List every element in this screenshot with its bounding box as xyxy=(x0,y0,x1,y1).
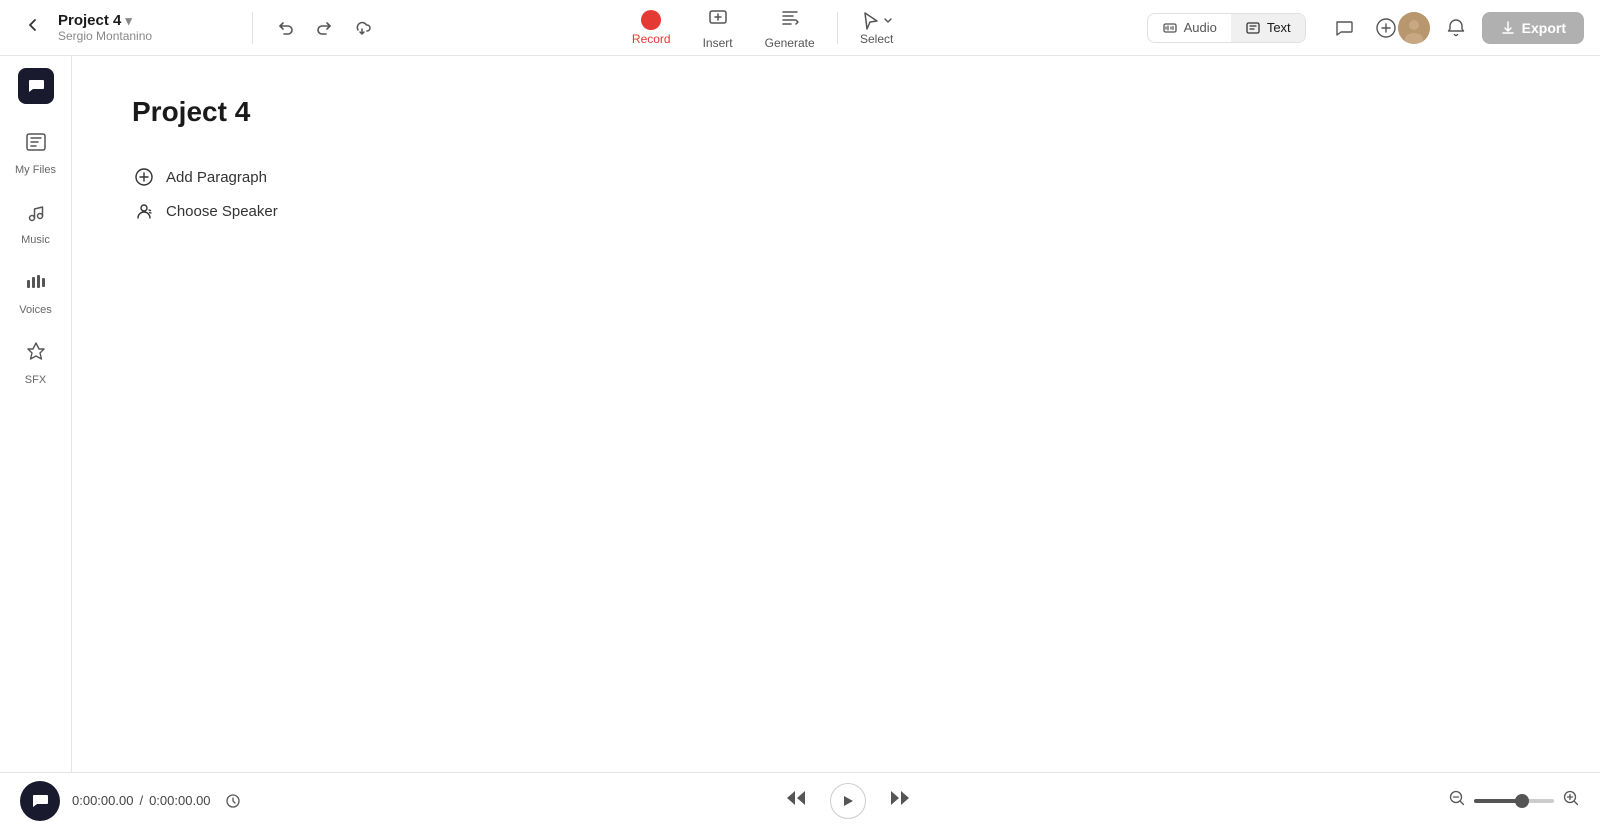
insert-label: Insert xyxy=(703,36,733,50)
record-button[interactable]: Record xyxy=(618,4,685,52)
music-icon xyxy=(24,200,48,230)
sidebar: My Files Music Voices xyxy=(0,56,72,772)
current-time: 0:00:00.00 xyxy=(72,793,133,808)
audio-toggle-label: Audio xyxy=(1184,20,1217,35)
generate-icon xyxy=(779,6,801,34)
audio-toggle-button[interactable]: Audio xyxy=(1148,14,1231,42)
top-header: Project 4 ▾ Sergio Montanino xyxy=(0,0,1600,56)
project-owner: Sergio Montanino xyxy=(58,29,152,43)
timer-settings-button[interactable] xyxy=(217,787,249,815)
sidebar-item-label: Music xyxy=(21,234,50,246)
time-separator: / xyxy=(139,793,143,808)
generate-button[interactable]: Generate xyxy=(751,0,829,56)
choose-speaker-item[interactable]: Choose Speaker xyxy=(132,194,1540,228)
sidebar-item-sfx[interactable]: SFX xyxy=(6,330,66,396)
audio-text-toggle: Audio Text xyxy=(1147,13,1306,43)
sidebar-item-music[interactable]: Music xyxy=(6,190,66,256)
insert-button[interactable]: Insert xyxy=(689,0,747,56)
volume-slider[interactable] xyxy=(1474,799,1554,803)
text-toggle-label: Text xyxy=(1267,20,1291,35)
select-icon xyxy=(860,10,894,30)
record-label: Record xyxy=(632,32,671,46)
project-info: Project 4 ▾ Sergio Montanino xyxy=(58,12,152,43)
total-time: 0:00:00.00 xyxy=(149,793,210,808)
record-dot-icon xyxy=(641,10,661,30)
header-left: Project 4 ▾ Sergio Montanino xyxy=(16,12,236,43)
playback-controls xyxy=(261,780,1436,822)
text-toggle-button[interactable]: Text xyxy=(1231,14,1305,42)
export-label: Export xyxy=(1522,20,1566,36)
select-label: Select xyxy=(860,32,893,46)
fast-forward-button[interactable] xyxy=(882,780,918,822)
avatar-container xyxy=(1370,12,1430,44)
avatar[interactable] xyxy=(1398,12,1430,44)
project-title: Project 4 xyxy=(132,96,1540,128)
sidebar-item-voices[interactable]: Voices xyxy=(6,260,66,326)
export-button[interactable]: Export xyxy=(1482,12,1584,44)
sfx-icon xyxy=(24,340,48,370)
project-name-text: Project 4 xyxy=(58,12,121,29)
insert-icon xyxy=(707,6,729,34)
header-right: Export xyxy=(1326,10,1584,46)
add-paragraph-item[interactable]: Add Paragraph xyxy=(132,160,1540,194)
sidebar-item-my-files[interactable]: My Files xyxy=(6,120,66,186)
divider-1 xyxy=(252,12,253,44)
chat-button[interactable] xyxy=(1326,10,1362,46)
add-collaborator-button[interactable] xyxy=(1370,12,1402,44)
my-files-icon xyxy=(24,130,48,160)
undo-button[interactable] xyxy=(269,13,303,43)
volume-thumb xyxy=(1515,794,1529,808)
project-name-btn[interactable]: Project 4 ▾ xyxy=(58,12,152,29)
notification-bell-button[interactable] xyxy=(1438,10,1474,46)
generate-label: Generate xyxy=(765,36,815,50)
sidebar-item-label: My Files xyxy=(15,164,56,176)
app-logo xyxy=(18,68,54,104)
add-paragraph-label: Add Paragraph xyxy=(166,169,267,186)
select-button[interactable]: Select xyxy=(846,4,908,52)
volume-area xyxy=(1448,789,1580,812)
zoom-in-button[interactable] xyxy=(1562,789,1580,812)
time-display: 0:00:00.00 / 0:00:00.00 xyxy=(72,787,249,815)
divider-2 xyxy=(837,12,838,44)
sidebar-item-label: SFX xyxy=(25,374,46,386)
rewind-button[interactable] xyxy=(778,780,814,822)
zoom-out-button[interactable] xyxy=(1448,789,1466,812)
back-button[interactable] xyxy=(16,12,50,43)
choose-speaker-icon xyxy=(132,202,156,220)
bottom-bar: 0:00:00.00 / 0:00:00.00 xyxy=(0,772,1600,828)
sidebar-item-label: Voices xyxy=(19,304,51,316)
center-toolbar: Record Insert Generate xyxy=(391,0,1135,56)
content-area: Project 4 Add Paragraph Choose Speaker xyxy=(72,56,1600,772)
history-buttons xyxy=(269,13,379,43)
chat-circle-button[interactable] xyxy=(20,781,60,821)
play-button[interactable] xyxy=(830,783,866,819)
choose-speaker-label: Choose Speaker xyxy=(166,203,278,220)
cloud-save-button[interactable] xyxy=(345,13,379,43)
chevron-down-icon: ▾ xyxy=(125,13,132,29)
voices-icon xyxy=(24,270,48,300)
add-paragraph-icon xyxy=(132,168,156,186)
redo-button[interactable] xyxy=(307,13,341,43)
main-area: My Files Music Voices xyxy=(0,56,1600,772)
right-toolbar: Audio Text xyxy=(1147,13,1306,43)
